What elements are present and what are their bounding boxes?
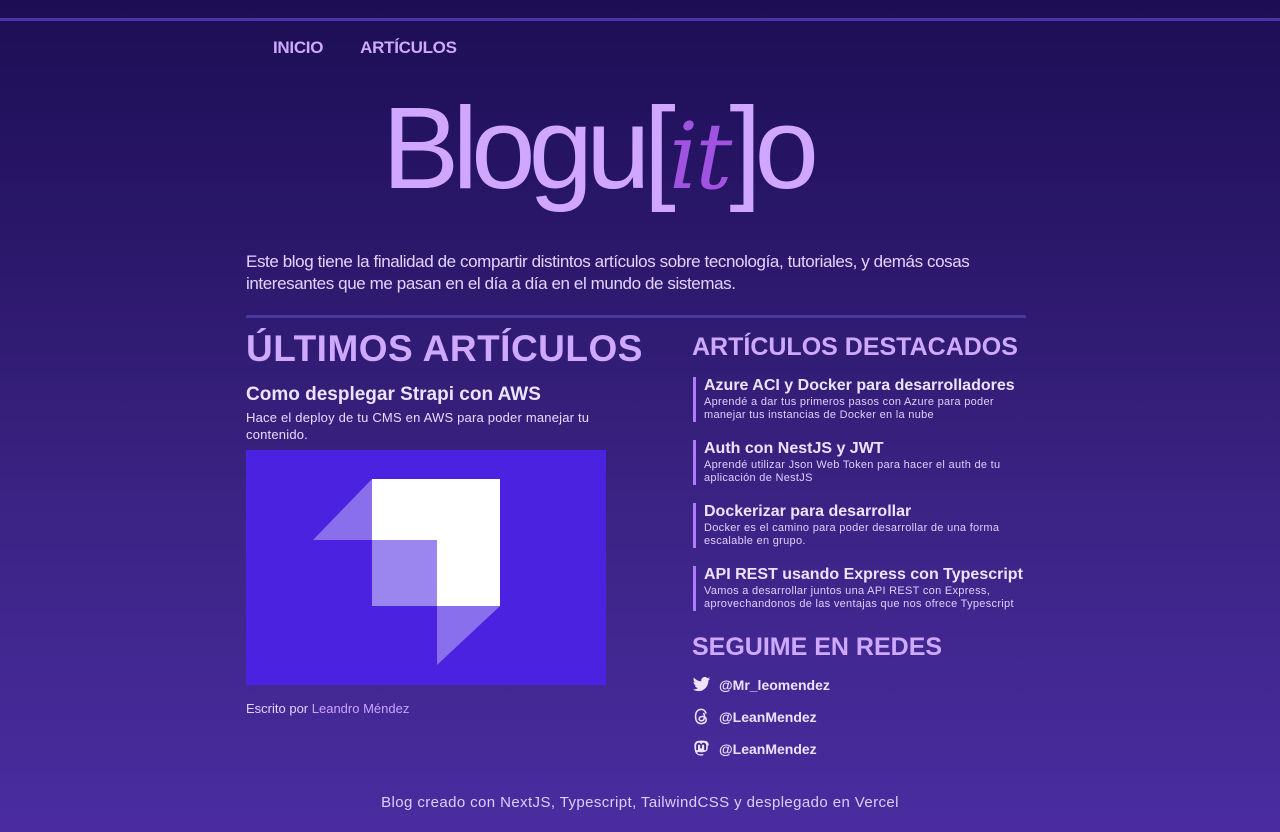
logo-text-before: Blogu[ [382, 83, 676, 213]
featured-article-title: Dockerizar para desarrollar [704, 503, 912, 520]
featured-article-title: API REST usando Express con Typescript [704, 566, 1023, 583]
featured-article-description: Vamos a desarrollar juntos una API REST … [704, 585, 1014, 610]
featured-article-item[interactable]: Azure ACI y Docker para desarrolladores … [693, 377, 1039, 422]
latest-article-description: Hace el deploy de tu CMS en AWS para pod… [246, 410, 590, 442]
main-nav: INICIO ARTÍCULOS [273, 38, 457, 58]
nav-item-articulos[interactable]: ARTÍCULOS [360, 38, 457, 58]
featured-article-title: Azure ACI y Docker para desarrolladores [704, 377, 1015, 394]
featured-articles-heading: ARTÍCULOS DESTACADOS [692, 333, 1018, 361]
strapi-logo-image[interactable] [246, 450, 606, 685]
social-handle: @Mr_leomendez [719, 676, 830, 693]
author-link[interactable]: Leandro Méndez [312, 701, 410, 716]
social-link-threads[interactable]: @LeanMendez [692, 707, 817, 726]
featured-article-title: Auth con NestJS y JWT [704, 440, 884, 457]
top-divider [0, 18, 1280, 21]
featured-article-item[interactable]: Auth con NestJS y JWT Aprendé utilizar J… [693, 440, 1039, 485]
byline-prefix: Escrito por [246, 701, 309, 716]
intro-text: Este blog tiene la finalidad de comparti… [246, 252, 970, 293]
strapi-logo-icon [313, 479, 500, 665]
latest-articles-heading: ÚLTIMOS ARTÍCULOS [246, 328, 643, 369]
section-divider [246, 315, 1026, 318]
social-handle: @LeanMendez [719, 740, 817, 757]
logo-text-it: it [668, 103, 732, 210]
featured-article-description: Docker es el camino para poder desarroll… [704, 522, 1000, 547]
latest-article-title[interactable]: Como desplegar Strapi con AWS [246, 384, 541, 406]
footer-text: Blog creado con NextJS, Typescript, Tail… [381, 794, 899, 811]
logo-text-after: ]o [729, 83, 819, 213]
featured-article-item[interactable]: Dockerizar para desarrollar Docker es el… [693, 503, 1039, 548]
social-handle: @LeanMendez [719, 708, 817, 725]
site-logo[interactable]: Blogu[it]o [382, 78, 882, 218]
featured-article-item[interactable]: API REST usando Express con Typescript V… [693, 566, 1039, 611]
threads-icon [694, 708, 708, 725]
twitter-icon [692, 676, 711, 692]
social-link-twitter[interactable]: @Mr_leomendez [692, 675, 830, 694]
article-byline: Escrito por Leandro Méndez [246, 701, 409, 716]
social-link-mastodon[interactable]: @LeanMendez [692, 739, 817, 758]
featured-article-description: Aprendé utilizar Json Web Token para hac… [704, 459, 1001, 484]
nav-item-inicio[interactable]: INICIO [273, 38, 323, 58]
mastodon-icon [694, 740, 709, 756]
social-heading: SEGUIME EN REDES [692, 633, 943, 661]
featured-article-description: Aprendé a dar tus primeros pasos con Azu… [704, 396, 994, 421]
